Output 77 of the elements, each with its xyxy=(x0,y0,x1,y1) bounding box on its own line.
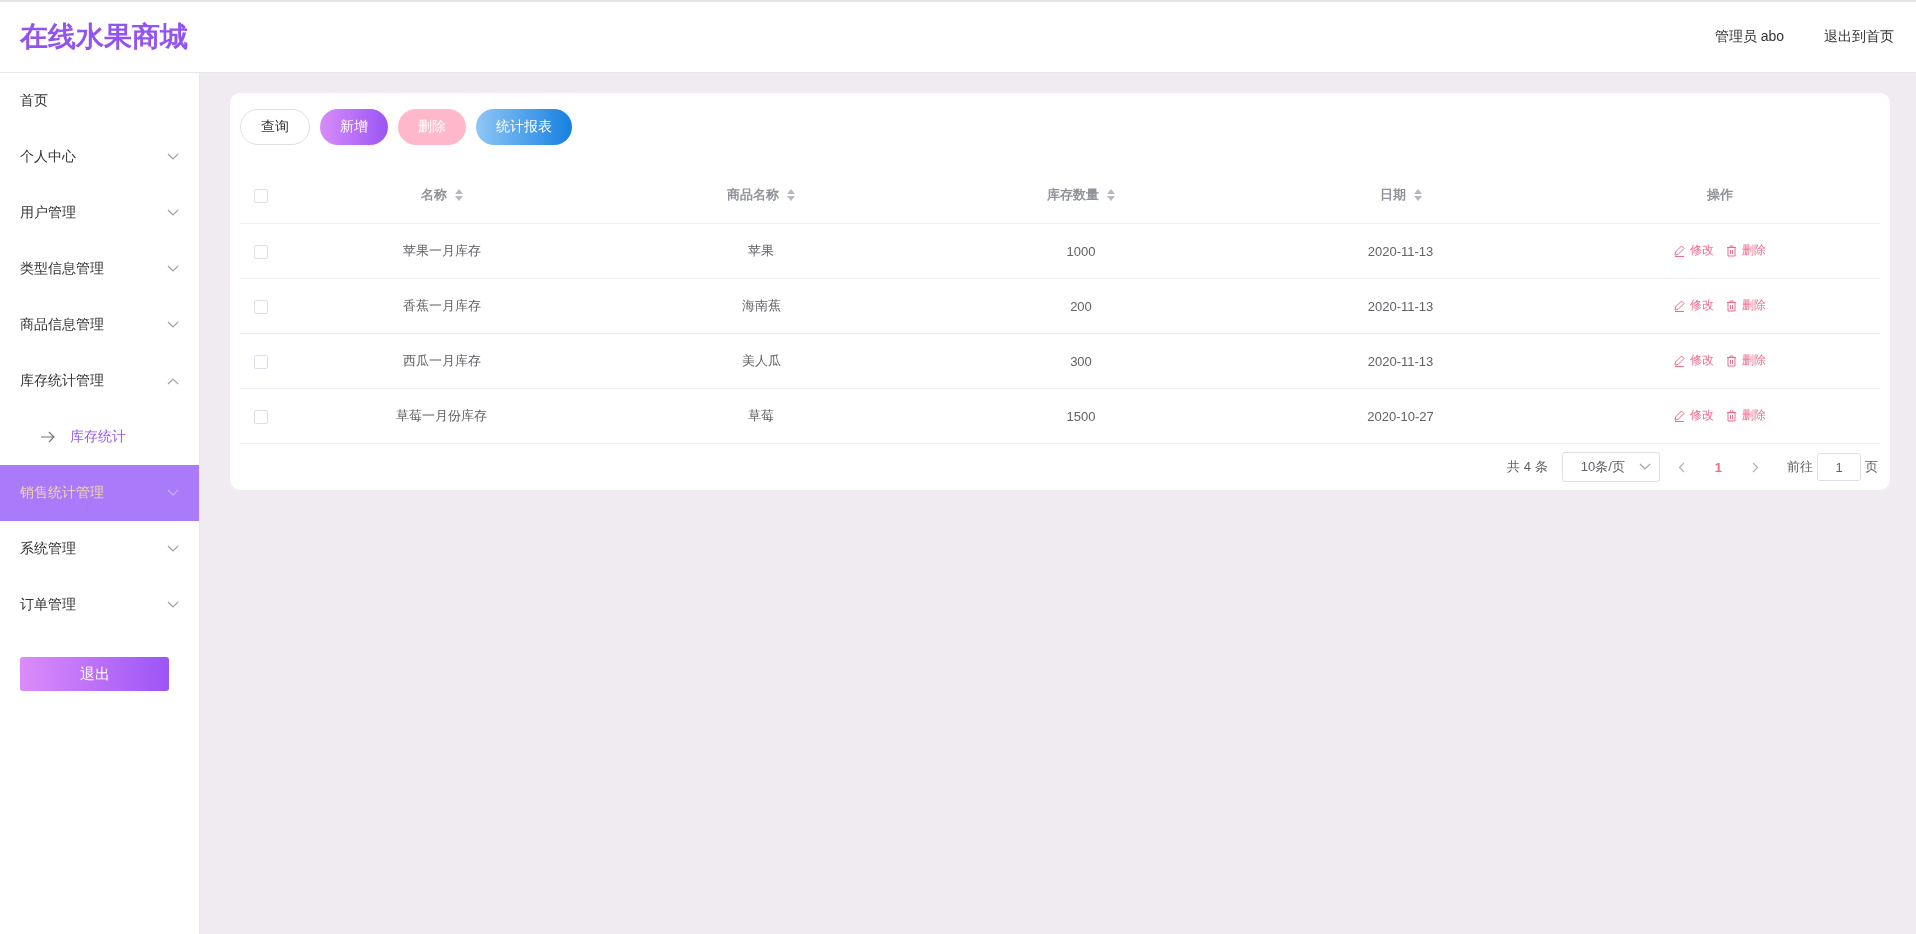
previous-page-icon[interactable] xyxy=(1677,461,1685,473)
page-suffix: 页 xyxy=(1865,458,1878,476)
column-header: 商品名称 xyxy=(727,186,780,204)
edit-link[interactable]: 修改 xyxy=(1674,297,1715,315)
site-title: 在线水果商城 xyxy=(20,20,189,54)
chevron-icon xyxy=(167,321,179,329)
table-cell: 海南蕉 xyxy=(741,298,781,313)
add-button[interactable]: 新增 xyxy=(320,109,388,145)
chevron-icon xyxy=(1638,463,1651,471)
chevron-icon xyxy=(167,489,179,497)
query-button[interactable]: 查询 xyxy=(240,109,310,145)
column-header: 日期 xyxy=(1379,186,1406,204)
table-cell: 1000 xyxy=(1066,243,1096,259)
sidebar-menu-item[interactable]: 系统管理 xyxy=(0,521,199,577)
sidebar-menu-item[interactable]: 类型信息管理 xyxy=(0,241,199,297)
chevron-icon xyxy=(167,601,179,609)
table-cell: 2020-11-13 xyxy=(1367,353,1434,369)
checkbox[interactable] xyxy=(254,409,268,424)
sidebar-menu-item[interactable]: 商品信息管理 xyxy=(0,297,199,353)
submenu-item[interactable]: 库存统计 xyxy=(0,409,199,465)
next-page-icon[interactable] xyxy=(1752,461,1759,473)
edit-icon xyxy=(1674,409,1686,422)
delete-link[interactable]: 删除 xyxy=(1726,407,1767,425)
checkbox[interactable] xyxy=(254,299,268,314)
logout-button[interactable]: 退出 xyxy=(20,657,169,691)
chevron-icon xyxy=(167,153,179,161)
table-cell: 2020-11-13 xyxy=(1367,298,1434,314)
column-header: 名称 xyxy=(420,186,447,204)
sidebar-menu-item[interactable]: 订单管理 xyxy=(0,577,199,633)
table-cell: 2020-11-13 xyxy=(1367,243,1434,259)
column-header: 库存数量 xyxy=(1047,186,1099,204)
trash-icon xyxy=(1726,299,1738,312)
trash-icon xyxy=(1726,409,1738,422)
sidebar-menu-item[interactable]: 销售统计管理 xyxy=(0,465,199,521)
sidebar-menu-item[interactable]: 个人中心 xyxy=(0,129,199,185)
table-cell: 苹果 xyxy=(748,243,775,258)
chevron-icon xyxy=(167,377,179,385)
edit-icon xyxy=(1674,299,1686,312)
edit-link[interactable]: 修改 xyxy=(1674,407,1715,425)
report-button[interactable]: 统计报表 xyxy=(476,109,572,145)
edit-icon xyxy=(1674,354,1686,367)
table-cell: 苹果一月库存 xyxy=(402,243,481,258)
page-number[interactable]: 1 xyxy=(1704,459,1732,475)
table-cell: 草莓一月份库存 xyxy=(396,408,488,423)
admin-username: 管理员 abo xyxy=(1714,28,1784,46)
table-cell: 300 xyxy=(1070,353,1092,369)
table-cell: 1500 xyxy=(1066,408,1096,424)
checkbox[interactable] xyxy=(254,244,268,259)
arrow-right-icon xyxy=(40,431,56,443)
checkbox[interactable] xyxy=(254,354,268,369)
table-cell: 美人瓜 xyxy=(741,353,781,368)
delete-link[interactable]: 删除 xyxy=(1726,352,1767,370)
chevron-icon xyxy=(167,545,179,553)
edit-icon xyxy=(1674,244,1686,257)
table-cell: 草莓 xyxy=(748,408,775,423)
column-header: 操作 xyxy=(1707,186,1734,204)
sidebar-menu-item[interactable]: 首页 xyxy=(0,73,199,129)
chevron-icon xyxy=(167,209,179,217)
trash-icon xyxy=(1726,354,1738,367)
goto-page-input[interactable]: 1 xyxy=(1817,453,1861,481)
table-cell: 200 xyxy=(1070,298,1092,314)
page-size-select[interactable]: 10条/页 xyxy=(1561,452,1660,482)
checkbox[interactable] xyxy=(254,188,268,203)
sidebar-menu-item[interactable]: 用户管理 xyxy=(0,185,199,241)
edit-link[interactable]: 修改 xyxy=(1674,352,1715,370)
delete-link[interactable]: 删除 xyxy=(1726,297,1767,315)
table-cell: 2020-10-27 xyxy=(1367,408,1434,424)
table-cell: 西瓜一月库存 xyxy=(402,353,481,368)
trash-icon xyxy=(1726,244,1738,257)
total-count: 共 4 条 xyxy=(1507,458,1548,476)
delete-link[interactable]: 删除 xyxy=(1726,242,1767,260)
chevron-icon xyxy=(167,265,179,273)
sidebar-menu-item[interactable]: 库存统计管理 xyxy=(0,353,199,409)
goto-label: 前往 xyxy=(1787,458,1813,476)
edit-link[interactable]: 修改 xyxy=(1674,242,1715,260)
table-cell: 香蕉一月库存 xyxy=(402,298,481,313)
exit-to-home-link[interactable]: 退出到首页 xyxy=(1824,28,1894,46)
